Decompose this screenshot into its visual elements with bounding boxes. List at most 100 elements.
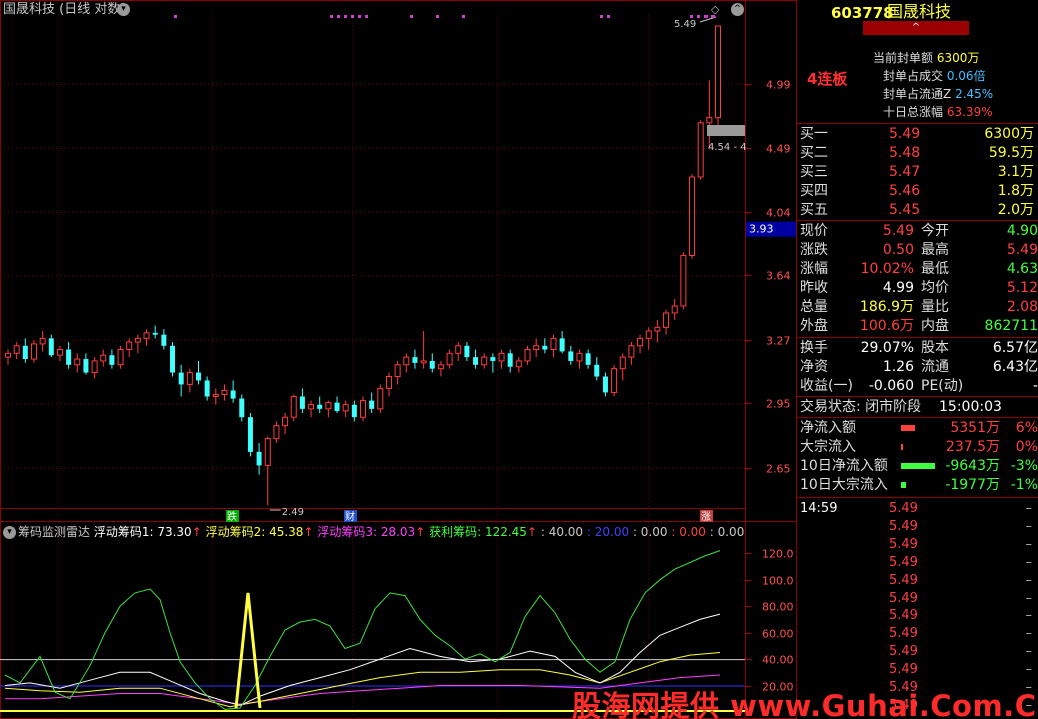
bid-label: 买二 [800, 145, 828, 161]
stat-value: 0.50 [882, 242, 914, 258]
stat-label: 均价 [921, 280, 949, 296]
bid-row-5[interactable]: 买五 5.45 2.0万 [797, 201, 1038, 220]
candle-body [247, 417, 253, 452]
limit-up-dot [697, 15, 700, 18]
stat-row: 昨收 4.99 均价 5.12 [797, 279, 1038, 298]
candle-body [663, 312, 670, 328]
candle-body [161, 334, 167, 346]
stat-label: PE(动) [921, 378, 964, 394]
candle-body [611, 368, 618, 393]
diamond-icon[interactable]: ◇ [711, 3, 719, 16]
spike-line [234, 592, 262, 709]
candle-body [481, 356, 488, 366]
candle-body [524, 349, 531, 362]
legend-item-1: 浮动筹码1: 73.30 [93, 525, 192, 539]
tick-price: 5.49 [889, 572, 918, 588]
limit-up-dot [344, 15, 347, 18]
candle-body [30, 343, 37, 360]
bid-row-2[interactable]: 买二 5.48 59.5万 [797, 144, 1038, 163]
candle-body [473, 357, 479, 365]
bid-row-1[interactable]: 买一 5.49 6300万 [797, 125, 1038, 144]
flow-label: 10日大宗流入 [800, 477, 888, 493]
bid-row-4[interactable]: 买四 5.46 1.8万 [797, 182, 1038, 201]
legend-item-4: 获利筹码: 122.45 [429, 525, 527, 539]
flow-bar [901, 482, 906, 488]
limit-up-dot [330, 15, 333, 18]
limit-up-dot [705, 15, 708, 18]
candle-body [602, 376, 608, 393]
stat-label: 净资 [800, 359, 828, 375]
candle-body [542, 345, 548, 350]
candle-body [455, 345, 462, 354]
candle-body [429, 360, 435, 369]
candle-body [170, 345, 176, 373]
tick-time: 14:59 [800, 501, 838, 516]
tick-row: 5.49 – [797, 589, 1038, 608]
tick-row: 5.49 – [797, 535, 1038, 554]
price-axis-label: 2.65 [766, 463, 791, 476]
candle-body [654, 326, 661, 332]
candle-body [490, 357, 496, 361]
candle-body [100, 354, 107, 362]
event-marker-label: 跌 [227, 510, 237, 523]
up-arrow-icon: ↑ [303, 525, 314, 539]
tick-row: 5.49 – [797, 517, 1038, 536]
candle-body [619, 356, 626, 370]
candle-body [403, 356, 410, 366]
stat-row: 换手 29.07% 股本 6.57亿 [797, 339, 1038, 358]
candle-body [152, 332, 158, 335]
tick-price: 5.49 [889, 536, 918, 552]
expand-button[interactable]: ^ [863, 21, 969, 35]
legend-item-6: : 20.00 [586, 525, 630, 539]
limit-up-dot [337, 15, 340, 18]
price-axis-label: 4.49 [766, 143, 791, 156]
tick-price: 5.49 [889, 590, 918, 606]
stat-row: 外盘 100.6万 内盘 862711 [797, 317, 1038, 336]
candle-body [550, 337, 557, 351]
up-arrow-icon: ↑ [526, 525, 538, 539]
range-overlay [707, 125, 745, 136]
stat-row: 涨跌 0.50 最高 5.49 [797, 241, 1038, 260]
trade-status-label: 交易状态: 闭市阶段 [800, 399, 922, 415]
up-arrow-icon: ↑ [415, 525, 426, 539]
stat-row: 总量 186.9万 量比 2.08 [797, 298, 1038, 317]
indicator-axis-label: 40.00 [762, 654, 794, 667]
chart-menu-icon[interactable]: ▾ [117, 3, 130, 16]
tick-price: 5.49 [889, 518, 918, 534]
price-chart[interactable]: 4.99 4.49 4.04 3.64 3.27 2.95 2.65 3.93 4.54 - 4… [0, 0, 797, 719]
stat-row: 涨幅 10.02% 最低 4.63 [797, 260, 1038, 279]
candle-body [680, 255, 687, 307]
candle-body [239, 398, 245, 418]
candle-body [351, 404, 357, 418]
collapse-button[interactable]: ^ [731, 3, 744, 16]
limit-up-dot [410, 15, 413, 18]
bid-label: 买四 [800, 183, 828, 199]
current-price-value: 3.93 [749, 223, 774, 236]
candle-body [39, 337, 46, 345]
indicator-menu-icon[interactable]: ▾ [3, 526, 16, 539]
candle-body [317, 404, 323, 409]
bid-price: 5.49 [889, 126, 921, 142]
candle-body [299, 396, 305, 409]
candle-body [117, 349, 124, 366]
candle-body [360, 400, 366, 418]
candle-body [697, 122, 704, 178]
flow-row: 净流入额 5351万 6% [797, 419, 1038, 438]
indicator-axis-label: 120.0 [762, 548, 794, 561]
stat-value: 29.07% [860, 340, 914, 356]
legend-item-9: : 0.00 [709, 525, 745, 539]
bid-label: 买一 [800, 126, 828, 142]
candle-body [377, 387, 384, 410]
flow-label: 大宗流入 [800, 439, 856, 455]
legend-item-3: 浮动筹码3: 28.03 [317, 525, 416, 539]
indicator-legend: 筹码监测雷达 浮动筹码1: 73.30↑ 浮动筹码2: 45.38↑ 浮动筹码3… [18, 525, 744, 540]
bid-row-3[interactable]: 买三 5.47 3.1万 [797, 163, 1038, 182]
stat-value: - [1032, 378, 1038, 394]
candle-body [594, 364, 600, 377]
low-annotation: 2.49 [282, 507, 304, 518]
candle-body [126, 341, 133, 351]
tick-dash: – [1025, 662, 1033, 678]
limit-up-dot [358, 15, 361, 18]
candle-body [420, 360, 427, 364]
candle-body [56, 349, 63, 356]
